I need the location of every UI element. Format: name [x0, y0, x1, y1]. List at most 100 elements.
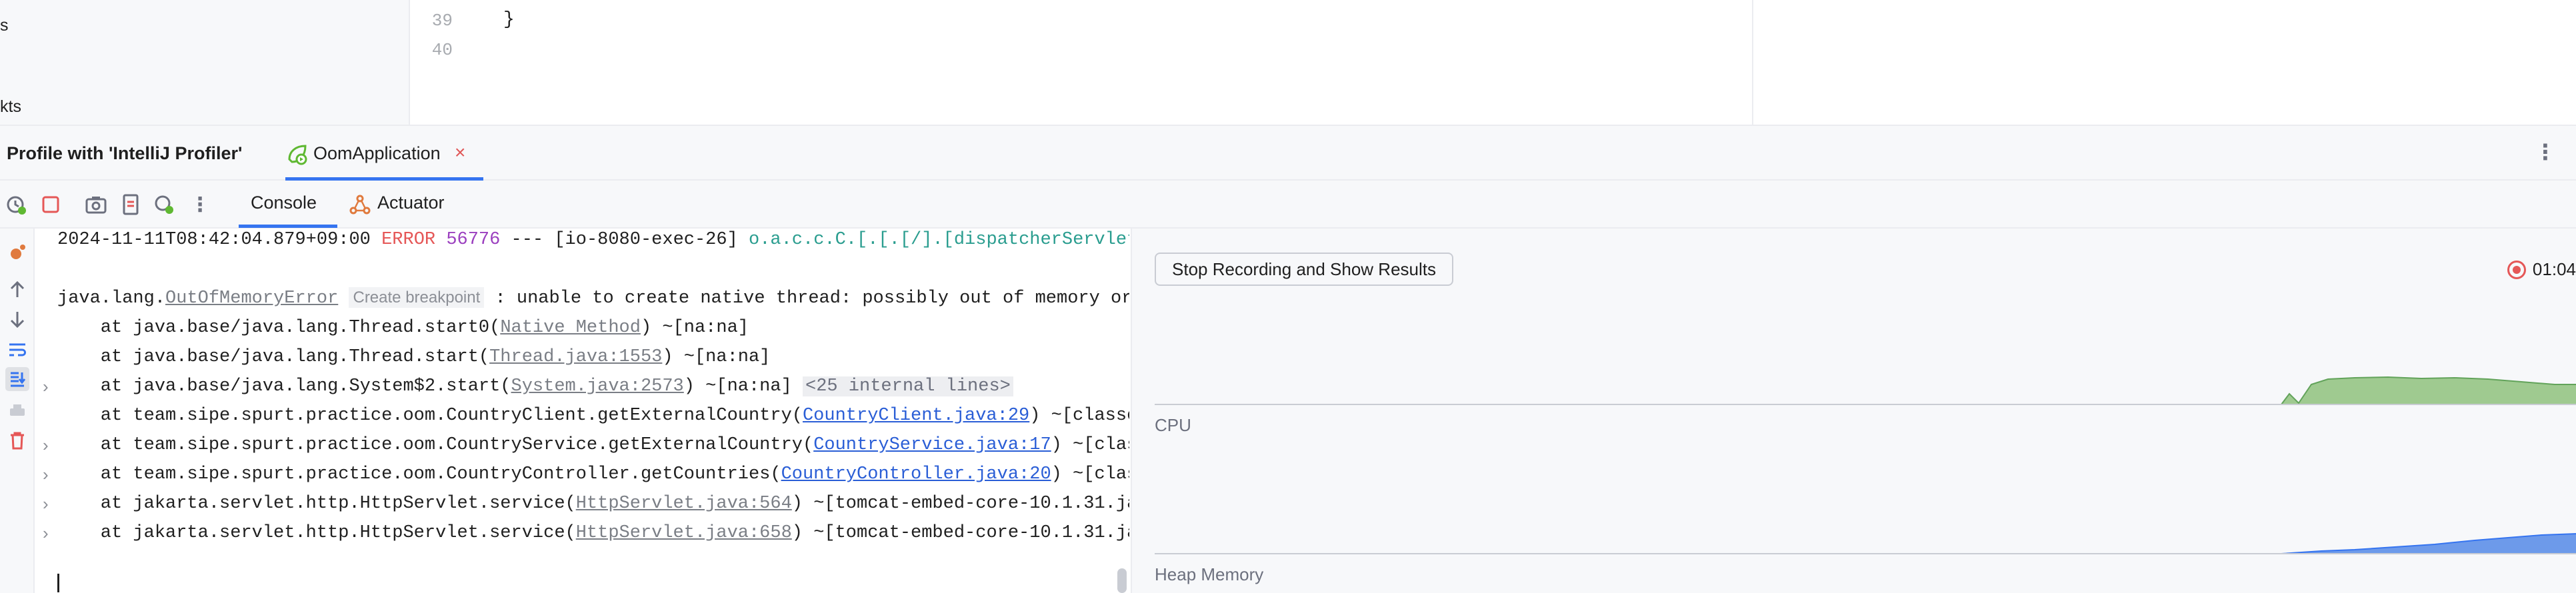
stack-frame: at java.base/java.lang.Thread.start(Thre…: [57, 347, 771, 367]
cpu-chart-svg: [1155, 376, 2576, 405]
profiler-live-charts: Stop Recording and Show Results 01:04 CP…: [1131, 229, 2576, 593]
frame-suffix: ) ~[na:na]: [640, 318, 749, 338]
stack-frame: at jakarta.servlet.http.HttpServlet.serv…: [57, 494, 1129, 514]
tool-window-title: Profile with 'IntelliJ Profiler': [7, 143, 243, 163]
expand-chevron-icon[interactable]: ›: [43, 435, 49, 456]
frame-text: at java.base/java.lang.Thread.start(: [57, 347, 490, 367]
source-link[interactable]: System.java:2573: [511, 376, 684, 396]
more-options-icon[interactable]: ⋮: [2535, 139, 2556, 165]
more-options-icon[interactable]: ⋮: [188, 193, 212, 217]
stop-icon[interactable]: [39, 193, 63, 217]
recording-time: 01:04: [2532, 259, 2576, 279]
collapsed-internal-lines[interactable]: <25 internal lines>: [803, 376, 1013, 396]
editor-area: s kts 39 40 }: [0, 0, 2576, 125]
tab-console[interactable]: Console: [251, 193, 317, 213]
tool-window-header: Profile with 'IntelliJ Profiler' OomAppl…: [0, 125, 2576, 181]
camera-snapshot-icon[interactable]: [84, 193, 108, 217]
frame-text: at team.sipe.spurt.practice.oom.CountryC…: [57, 464, 781, 484]
stack-frame: at team.sipe.spurt.practice.oom.CountryS…: [57, 435, 1129, 455]
close-icon[interactable]: ×: [455, 142, 465, 163]
log-level: ERROR: [381, 230, 436, 250]
source-link[interactable]: CountryClient.java:29: [803, 406, 1029, 426]
source-link[interactable]: Native Method: [500, 318, 641, 338]
log-line: 2024-11-11T08:42:04.879+09:00 ERROR 5677…: [57, 230, 1129, 250]
record-icon: [2507, 260, 2526, 279]
print-icon[interactable]: [5, 399, 29, 423]
log-separator: ---: [511, 230, 544, 250]
run-tab-label: OomApplication: [313, 143, 441, 163]
exception-class-link[interactable]: OutOfMemoryError: [165, 289, 338, 308]
run-tab-oomapplication[interactable]: OomApplication ×: [280, 126, 483, 181]
scroll-down-icon[interactable]: [5, 307, 29, 331]
log-timestamp: 2024-11-11T08:42:04.879+09:00: [57, 230, 371, 250]
run-toolbar: ⋮ Console Actuator: [0, 181, 2576, 229]
log-logger: o.a.c.c.C.[.[.[/].[dispatcherServlet]: [749, 230, 1129, 250]
stack-frame: at java.base/java.lang.System$2.start(Sy…: [57, 376, 1013, 396]
restart-debug-icon[interactable]: [5, 241, 29, 265]
stack-frame: at java.base/java.lang.Thread.start0(Nat…: [57, 318, 749, 338]
frame-suffix: ) ~[classes/:na]: [1051, 435, 1129, 455]
line-number: 39: [431, 11, 453, 31]
frame-suffix: ) ~[classes/:na]: [1051, 464, 1129, 484]
soft-wrap-icon[interactable]: [5, 338, 29, 362]
source-link[interactable]: CountryService.java:17: [813, 435, 1051, 455]
expand-chevron-icon[interactable]: ›: [43, 494, 49, 514]
exception-package: java.lang.: [57, 289, 166, 308]
expand-chevron-icon[interactable]: ›: [43, 523, 49, 544]
expand-chevron-icon[interactable]: ›: [43, 376, 49, 397]
frame-suffix: ) ~[tomcat-embed-core-10.1.31.jar:6: [791, 523, 1129, 543]
frame-suffix: ) ~[tomcat-embed-core-10.1.31.jar:6: [791, 494, 1129, 514]
frame-text: at team.sipe.spurt.practice.oom.CountryS…: [57, 435, 814, 455]
frame-suffix: ) ~[na:na]: [683, 376, 803, 396]
cpu-chart: [1155, 362, 2576, 406]
log-thread: [io-8080-exec-26]: [554, 230, 738, 250]
heap-chart-svg: [1155, 533, 2576, 554]
project-tree-item[interactable]: kts: [0, 97, 21, 117]
vertical-scrollbar[interactable]: [1117, 568, 1127, 593]
source-link[interactable]: HttpServlet.java:564: [576, 494, 792, 514]
heap-chart: [1155, 522, 2576, 555]
frame-suffix: ) ~[classes/:na]: [1029, 406, 1129, 426]
spring-run-icon: [285, 142, 309, 166]
frame-text: at jakarta.servlet.http.HttpServlet.serv…: [57, 494, 576, 514]
tab-actuator[interactable]: Actuator: [377, 193, 445, 213]
thread-dump-icon[interactable]: [119, 193, 143, 217]
stack-frame: at jakarta.servlet.http.HttpServlet.serv…: [57, 523, 1129, 543]
exception-message: : unable to create native thread: possib…: [495, 289, 1129, 308]
heap-memory-label: Heap Memory: [1155, 564, 1264, 584]
source-link[interactable]: HttpServlet.java:658: [576, 523, 792, 543]
exception-line: java.lang.OutOfMemoryError Create breakp…: [57, 287, 1129, 308]
source-link[interactable]: CountryController.java:20: [781, 464, 1051, 484]
code-line[interactable]: }: [503, 9, 515, 30]
scroll-up-icon[interactable]: [5, 278, 29, 302]
active-tab-indicator: [239, 225, 337, 228]
frame-text: at java.base/java.lang.System$2.start(: [57, 376, 511, 396]
rerun-profiler-icon[interactable]: [4, 193, 28, 217]
stack-frame: at team.sipe.spurt.practice.oom.CountryC…: [57, 406, 1129, 426]
code-editor[interactable]: }: [503, 0, 1750, 125]
frame-suffix: ) ~[na:na]: [662, 347, 771, 367]
stack-frame: at team.sipe.spurt.practice.oom.CountryC…: [57, 464, 1129, 484]
line-number-gutter: 39 40: [411, 0, 503, 125]
log-pid: 56776: [446, 230, 501, 250]
actuator-icon: [348, 193, 372, 217]
project-tree-item[interactable]: s: [0, 16, 9, 35]
frame-text: at team.sipe.spurt.practice.oom.CountryC…: [57, 406, 803, 426]
console-output[interactable]: 2024-11-11T08:42:04.879+09:00 ERROR 5677…: [36, 229, 1129, 593]
scroll-to-end-icon[interactable]: [5, 367, 29, 391]
cpu-label: CPU: [1155, 415, 1191, 435]
expand-chevron-icon[interactable]: ›: [43, 464, 49, 485]
frame-text: at jakarta.servlet.http.HttpServlet.serv…: [57, 523, 576, 543]
trash-icon[interactable]: [5, 428, 29, 452]
create-breakpoint-hint[interactable]: Create breakpoint: [349, 287, 485, 308]
secondary-editor: [1752, 0, 2576, 125]
text-caret: [57, 574, 59, 592]
attach-profiler-icon[interactable]: [152, 193, 176, 217]
source-link[interactable]: Thread.java:1553: [489, 347, 662, 367]
frame-text: at java.base/java.lang.Thread.start0(: [57, 318, 501, 338]
line-number: 40: [431, 40, 453, 60]
recording-indicator: 01:04: [2507, 259, 2576, 280]
console-side-toolbar: [0, 229, 35, 593]
project-panel: s kts: [0, 0, 410, 125]
stop-recording-button[interactable]: Stop Recording and Show Results: [1155, 253, 1454, 286]
